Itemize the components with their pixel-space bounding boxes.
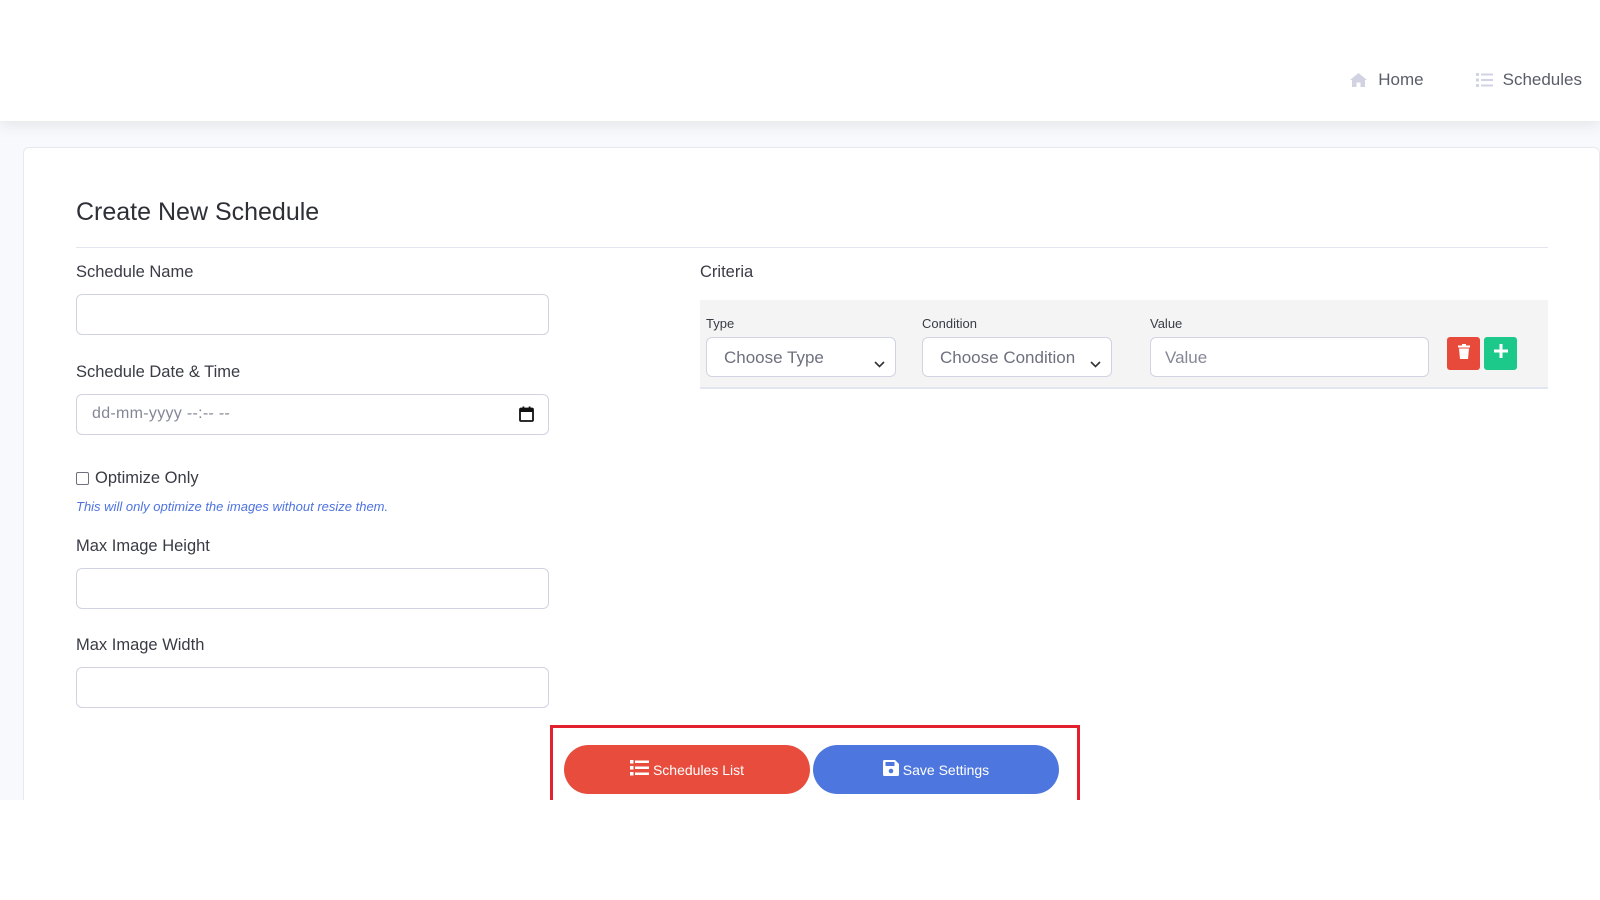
schedule-datetime-label: Schedule Date & Time [76,363,241,381]
optimize-only-checkbox[interactable] [76,472,89,485]
chevron-down-icon [874,353,885,373]
add-criteria-button[interactable] [1484,337,1517,370]
datetime-placeholder: dd-mm-yyyy --:-- -- [92,405,231,422]
criteria-label: Criteria [700,263,754,281]
schedule-name-label: Schedule Name [76,263,194,281]
nav-schedules-link[interactable]: Schedules [1475,70,1582,90]
value-placeholder: Value [1165,348,1208,367]
trash-icon [1457,343,1470,364]
top-navbar: Home Schedules [0,0,1600,121]
chevron-down-icon [1090,353,1101,373]
save-settings-label: Save Settings [902,761,990,778]
schedule-name-input[interactable] [76,294,549,335]
page-viewport: Home Schedules Create New Schedule Sched… [0,0,1600,800]
optimize-only-row: Optimize Only [76,469,199,488]
page-title: Create New Schedule [76,198,320,226]
save-icon [882,760,899,779]
max-height-input[interactable] [76,568,549,609]
value-label: Value [1150,316,1183,331]
nav-menu: Home Schedules [1349,70,1582,90]
type-selected-value: Choose Type [724,348,824,367]
value-input[interactable]: Value [1150,337,1429,377]
max-width-label: Max Image Width [76,636,205,654]
schedule-datetime-input[interactable]: dd-mm-yyyy --:-- -- [76,394,549,435]
condition-selected-value: Choose Condition [940,348,1076,367]
criteria-row: Type Choose Type Condition Choose Condit… [700,300,1548,389]
condition-label: Condition [922,316,977,331]
list-icon [629,760,649,779]
plus-icon [1493,344,1508,363]
max-width-input[interactable] [76,667,549,708]
home-icon [1349,72,1368,88]
blank-area [0,800,1600,900]
delete-criteria-button[interactable] [1447,337,1480,370]
type-label: Type [706,316,735,331]
nav-home-label: Home [1378,70,1424,89]
schedules-list-label: Schedules List [652,761,745,778]
nav-schedules-label: Schedules [1502,70,1582,89]
optimize-only-hint: This will only optimize the images witho… [76,499,389,514]
optimize-only-label[interactable]: Optimize Only [95,469,199,488]
type-select[interactable]: Choose Type [706,337,896,377]
calendar-icon[interactable] [519,406,534,427]
schedules-list-button[interactable]: Schedules List [564,745,810,794]
create-schedule-card: Create New Schedule Schedule Name Schedu… [23,147,1600,800]
title-divider [76,247,1548,248]
max-height-label: Max Image Height [76,537,210,555]
list-icon [1475,73,1493,87]
save-settings-button[interactable]: Save Settings [813,745,1059,794]
condition-select[interactable]: Choose Condition [922,337,1112,377]
nav-home-link[interactable]: Home [1349,70,1424,90]
